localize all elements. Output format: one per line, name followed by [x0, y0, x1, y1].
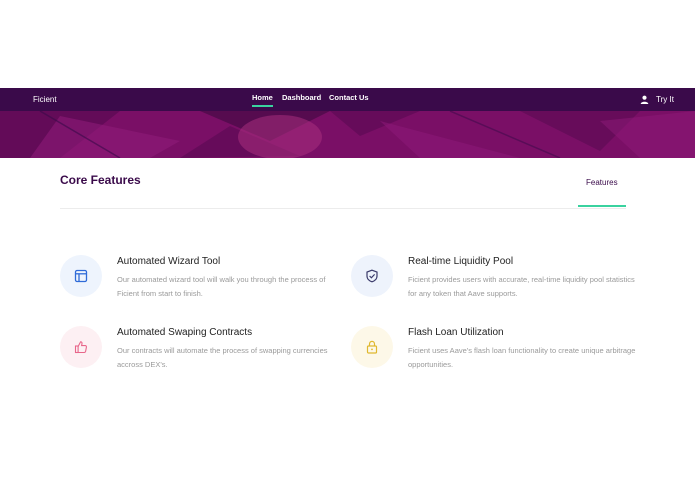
hero-banner: [0, 111, 695, 158]
feature-title: Automated Wizard Tool: [117, 256, 221, 267]
feature-title: Automated Swaping Contracts: [117, 327, 253, 338]
feature-card-wizard: Automated Wizard Tool Our automated wiza…: [60, 255, 340, 315]
feature-description: Our automated wizard tool will walk you …: [117, 275, 326, 298]
nav-link-contact-us[interactable]: Contact Us: [329, 93, 369, 102]
brand-logo[interactable]: Ficient: [33, 95, 57, 104]
tab-features[interactable]: Features: [586, 178, 618, 187]
nav-link-home[interactable]: Home: [252, 93, 273, 102]
feature-description: Our contracts will automate the process …: [117, 346, 328, 369]
section-divider: [60, 208, 626, 209]
feature-icon-circle: [351, 326, 393, 368]
feature-icon-circle: [351, 255, 393, 297]
nav-link-dashboard[interactable]: Dashboard: [282, 93, 321, 102]
active-nav-indicator: [252, 105, 273, 107]
shield-check-icon: [366, 269, 378, 283]
feature-title: Real-time Liquidity Pool: [408, 256, 514, 267]
feature-title: Flash Loan Utilization: [408, 327, 504, 338]
user-icon: [640, 95, 649, 104]
navbar: Ficient Home Dashboard Contact Us Try It: [0, 88, 695, 111]
feature-icon-circle: [60, 326, 102, 368]
feature-description: Ficient uses Aave's flash loan functiona…: [408, 346, 636, 369]
feature-description: Ficient provides users with accurate, re…: [408, 275, 635, 298]
feature-icon-circle: [60, 255, 102, 297]
hero-pattern: [0, 111, 695, 158]
section-title: Core Features: [60, 173, 141, 187]
thumbs-up-icon: [74, 341, 87, 354]
feature-card-liquidity: Real-time Liquidity Pool Ficient provide…: [351, 255, 635, 315]
feature-card-swaping: Automated Swaping Contracts Our contract…: [60, 326, 340, 386]
try-it-label: Try It: [656, 95, 674, 104]
padlock-icon: [366, 340, 378, 354]
browser-window-icon: [74, 269, 88, 283]
active-tab-indicator: [578, 205, 626, 207]
feature-card-flash-loan: Flash Loan Utilization Ficient uses Aave…: [351, 326, 635, 386]
